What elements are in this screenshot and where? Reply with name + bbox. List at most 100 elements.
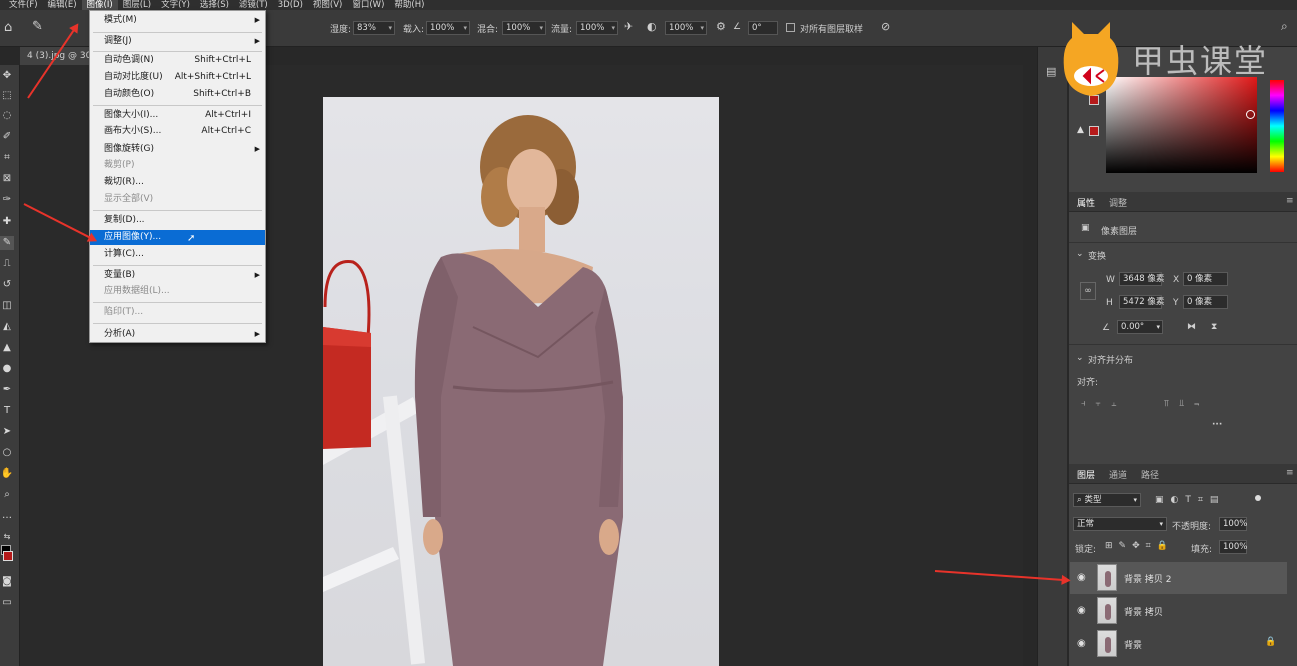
eraser-tool-icon[interactable]: ◫ <box>0 299 14 313</box>
lock-icons[interactable]: ⊞✎✥⌗🔒 <box>1105 541 1174 551</box>
frame-tool-icon[interactable]: ⊠ <box>0 172 14 186</box>
flip-horizontal-icon[interactable]: ⧓ <box>1187 322 1196 332</box>
menu-item-auto-contrast[interactable]: 自动对比度(U) Alt+Shift+Ctrl+L <box>90 70 265 85</box>
opacity-field[interactable]: 100% <box>1219 517 1247 531</box>
healing-tool-icon[interactable]: ✚ <box>0 215 14 229</box>
flip-vertical-icon[interactable]: ⧗ <box>1211 322 1217 332</box>
menu-item-canvas-size[interactable]: 画布大小(S)... Alt+Ctrl+C <box>90 124 265 139</box>
hue-slider[interactable] <box>1270 80 1284 172</box>
color-field[interactable] <box>1106 77 1257 173</box>
zoom-tool-icon[interactable]: ⌕ <box>0 488 14 502</box>
history-panel-icon[interactable]: ▤ <box>1046 65 1056 78</box>
screen-mode-icon[interactable]: ▭ <box>0 596 14 610</box>
home-icon[interactable]: ⌂ <box>4 20 12 35</box>
layer-filter-select[interactable]: ⌕ 类型 ▾ <box>1073 493 1141 507</box>
menu-file[interactable]: 文件(F) <box>4 0 43 10</box>
menu-view[interactable]: 视图(V) <box>308 0 347 10</box>
menu-window[interactable]: 窗口(W) <box>347 0 389 10</box>
filter-icons[interactable]: ▣◐T⌗▤ <box>1155 495 1225 505</box>
menu-layer[interactable]: 图层(L) <box>118 0 156 10</box>
more-options-icon[interactable]: ··· <box>1212 420 1222 430</box>
lasso-tool-icon[interactable]: ◌ <box>0 109 14 123</box>
menu-3d[interactable]: 3D(D) <box>273 0 308 10</box>
angle-field[interactable]: 0° <box>748 21 778 35</box>
menu-item-mode[interactable]: 模式(M) ▶ <box>90 13 265 28</box>
gear-icon[interactable]: ⚙ <box>716 20 726 33</box>
x-field[interactable]: 0 像素 <box>1183 272 1228 286</box>
mixer-brush-icon[interactable]: ✎ <box>32 19 43 34</box>
menu-item-image-size[interactable]: 图像大小(I)... Alt+Ctrl+I <box>90 108 265 123</box>
layer-row-copy[interactable]: ◉ 背景 拷贝 <box>1070 595 1287 627</box>
blur-tool-icon[interactable]: ▲ <box>0 341 14 355</box>
menu-item-apply-image[interactable]: 应用图像(Y)... ➚ <box>90 230 265 245</box>
layer-row-copy-2[interactable]: ◉ 背景 拷贝 2 <box>1070 562 1287 594</box>
crop-tool-icon[interactable]: ⌗ <box>0 151 14 165</box>
layers-menu-icon[interactable]: ≡ <box>1286 468 1294 478</box>
menu-item-calculations[interactable]: 计算(C)... <box>90 247 265 262</box>
menu-image[interactable]: 图像(I) <box>81 0 118 10</box>
wet-field[interactable]: 83% ▾ <box>353 21 395 35</box>
transform-chevron-icon[interactable]: ⌄ <box>1076 249 1084 259</box>
y-field[interactable]: 0 像素 <box>1183 295 1228 309</box>
airbrush-icon[interactable]: ✈ <box>624 20 633 33</box>
menu-help[interactable]: 帮助(H) <box>389 0 429 10</box>
align-chevron-icon[interactable]: ⌄ <box>1076 353 1084 363</box>
panel-menu-icon[interactable]: ≡ <box>1286 196 1294 206</box>
align-buttons-icons[interactable]: ⫞⫟⫠ <box>1081 399 1126 409</box>
pressure-icon[interactable]: ◐ <box>647 20 657 33</box>
gradient-tool-icon[interactable]: ◭ <box>0 320 14 334</box>
visibility-eye-icon[interactable]: ◉ <box>1077 638 1086 649</box>
menu-select[interactable]: 选择(S) <box>195 0 234 10</box>
pen-tool-icon[interactable]: ✒ <box>0 383 14 397</box>
menu-item-trim[interactable]: 裁切(R)... <box>90 175 265 190</box>
menu-item-auto-tone[interactable]: 自动色调(N) Shift+Ctrl+L <box>90 53 265 68</box>
width-field[interactable]: 3648 像素 <box>1119 272 1164 286</box>
history-brush-tool-icon[interactable]: ↺ <box>0 278 14 292</box>
fill-field[interactable]: 100% <box>1219 540 1247 554</box>
menu-item-image-rotation[interactable]: 图像旋转(G) ▶ <box>90 142 265 157</box>
stamp-tool-icon[interactable]: ⎍ <box>0 257 14 271</box>
menu-edit[interactable]: 编辑(E) <box>43 0 82 10</box>
load-field[interactable]: 100% ▾ <box>426 21 470 35</box>
color-picker-cursor[interactable] <box>1246 110 1255 119</box>
path-select-tool-icon[interactable]: ➤ <box>0 425 14 439</box>
web-safe-swatch[interactable] <box>1089 126 1099 136</box>
menu-item-adjustments[interactable]: 调整(J) ▶ <box>90 34 265 49</box>
dodge-tool-icon[interactable]: ● <box>0 362 14 376</box>
flow-field[interactable]: 100% ▾ <box>576 21 618 35</box>
brush-tool-icon[interactable]: ✎ <box>0 236 14 250</box>
quick-select-tool-icon[interactable]: ✐ <box>0 130 14 144</box>
sample-all-checkbox[interactable] <box>786 23 795 32</box>
link-icon[interactable]: ∞ <box>1080 282 1096 300</box>
tab-adjustments[interactable]: 调整 <box>1109 196 1127 209</box>
eyedropper-tool-icon[interactable]: ✑ <box>0 193 14 207</box>
height-field[interactable]: 5472 像素 <box>1119 295 1164 309</box>
menu-item-auto-color[interactable]: 自动颜色(O) Shift+Ctrl+B <box>90 87 265 102</box>
foreground-color-swatch[interactable] <box>3 551 13 561</box>
search-icon[interactable]: ⌕ <box>1281 19 1288 34</box>
tab-layers[interactable]: 图层 <box>1077 468 1095 481</box>
layer-row-background[interactable]: ◉ 背景 🔒 <box>1070 628 1287 660</box>
shape-tool-icon[interactable]: ○ <box>0 446 14 460</box>
menu-item-variables[interactable]: 变量(B) ▶ <box>90 268 265 283</box>
distribute-buttons-icons[interactable]: ⫪⫫⫬ <box>1164 399 1209 409</box>
swap-colors-icon[interactable]: ⇆ <box>0 530 14 544</box>
pen-pressure-icon[interactable]: ⊘ <box>881 20 890 33</box>
move-tool-icon[interactable]: ✥ <box>0 69 14 83</box>
filter-toggle-icon[interactable] <box>1255 495 1261 501</box>
blend-mode-select[interactable]: 正常 ▾ <box>1073 517 1167 531</box>
mix-field[interactable]: 100% ▾ <box>502 21 546 35</box>
type-tool-icon[interactable]: T <box>0 404 14 418</box>
quick-mask-icon[interactable]: ◙ <box>0 575 14 589</box>
menu-item-duplicate[interactable]: 复制(D)... <box>90 213 265 228</box>
tab-channels[interactable]: 通道 <box>1109 468 1127 481</box>
angle-field[interactable]: 0.00° ▾ <box>1117 320 1163 334</box>
marquee-tool-icon[interactable]: ⬚ <box>0 89 14 103</box>
tab-paths[interactable]: 路径 <box>1141 468 1159 481</box>
more-tools-icon[interactable]: … <box>0 509 14 523</box>
menu-type[interactable]: 文字(Y) <box>156 0 195 10</box>
visibility-eye-icon[interactable]: ◉ <box>1077 572 1086 583</box>
visibility-eye-icon[interactable]: ◉ <box>1077 605 1086 616</box>
pressure-field[interactable]: 100% ▾ <box>665 21 707 35</box>
menu-filter[interactable]: 滤镜(T) <box>234 0 273 10</box>
